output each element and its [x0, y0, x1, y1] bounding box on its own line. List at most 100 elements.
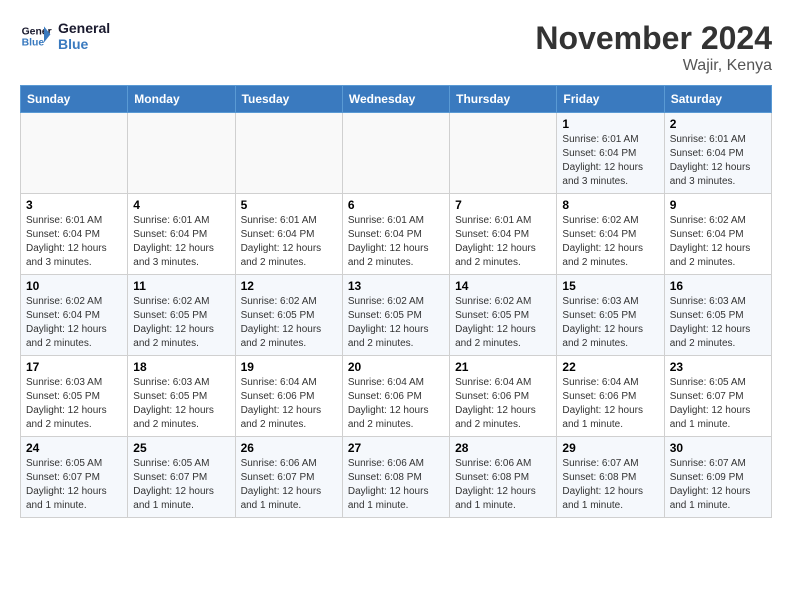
logo-line1: General — [58, 20, 110, 36]
day-info: Sunrise: 6:02 AM Sunset: 6:05 PM Dayligh… — [133, 295, 229, 351]
calendar-cell: 7 Sunrise: 6:01 AM Sunset: 6:04 PM Daylig… — [450, 194, 557, 275]
calendar-cell: 18Sunrise: 6:03 AM Sunset: 6:05 PM Dayli… — [128, 356, 235, 437]
day-number: 5 — [241, 198, 337, 212]
calendar-cell — [450, 113, 557, 194]
day-header-friday: Friday — [557, 86, 664, 113]
svg-text:Blue: Blue — [22, 38, 45, 49]
calendar-cell: 13 Sunrise: 6:02 AM Sunset: 6:05 PM Dayli… — [342, 275, 449, 356]
day-number: 7 — [455, 198, 551, 212]
day-info: Sunrise: 6:01 AM Sunset: 6:04 PM Dayligh… — [562, 133, 658, 189]
calendar-cell: 15 Sunrise: 6:03 AM Sunset: 6:05 PM Dayli… — [557, 275, 664, 356]
calendar-cell: 1 Sunrise: 6:01 AM Sunset: 6:04 PM Daylig… — [557, 113, 664, 194]
day-info: Sunrise: 6:03 AM Sunset: 6:05 PM Dayligh… — [562, 295, 658, 351]
calendar-cell: 28 Sunrise: 6:06 AM Sunset: 6:08 PM Dayli… — [450, 437, 557, 518]
day-info: Sunrise: 6:02 AM Sunset: 6:05 PM Dayligh… — [455, 295, 551, 351]
calendar-cell — [342, 113, 449, 194]
day-header-wednesday: Wednesday — [342, 86, 449, 113]
day-number: 18 — [133, 360, 229, 374]
logo-icon: General Blue — [20, 20, 52, 52]
day-info: Sunrise: 6:07 AM Sunset: 6:08 PM Dayligh… — [562, 457, 658, 513]
day-info: Sunrise: 6:05 AM Sunset: 6:07 PM Dayligh… — [670, 376, 766, 432]
day-number: 1 — [562, 117, 658, 131]
calendar-cell: 21 Sunrise: 6:04 AM Sunset: 6:06 PM Dayli… — [450, 356, 557, 437]
day-number: 2 — [670, 117, 766, 131]
day-info: Sunrise: 6:02 AM Sunset: 6:05 PM Dayligh… — [348, 295, 444, 351]
calendar-cell: 26 Sunrise: 6:06 AM Sunset: 6:07 PM Dayli… — [235, 437, 342, 518]
day-info: Sunrise: 6:01 AM Sunset: 6:04 PM Dayligh… — [348, 214, 444, 270]
title-section: November 2024 Wajir, Kenya — [535, 20, 772, 75]
day-number: 9 — [670, 198, 766, 212]
day-number: 21 — [455, 360, 551, 374]
calendar-cell: 30 Sunrise: 6:07 AM Sunset: 6:09 PM Dayli… — [664, 437, 771, 518]
day-info: Sunrise: 6:01 AM Sunset: 6:04 PM Dayligh… — [26, 214, 122, 270]
day-number: 12 — [241, 279, 337, 293]
calendar-cell — [128, 113, 235, 194]
day-number: 13 — [348, 279, 444, 293]
calendar-cell: 2 Sunrise: 6:01 AM Sunset: 6:04 PM Daylig… — [664, 113, 771, 194]
day-info: Sunrise: 6:03 AM Sunset: 6:05 PM Dayligh… — [670, 295, 766, 351]
day-number: 27 — [348, 441, 444, 455]
day-info: Sunrise: 6:05 AM Sunset: 6:07 PM Dayligh… — [133, 457, 229, 513]
day-number: 25 — [133, 441, 229, 455]
day-number: 30 — [670, 441, 766, 455]
day-number: 23 — [670, 360, 766, 374]
calendar-cell: 3Sunrise: 6:01 AM Sunset: 6:04 PM Daylig… — [21, 194, 128, 275]
calendar-cell — [21, 113, 128, 194]
calendar-cell: 25 Sunrise: 6:05 AM Sunset: 6:07 PM Dayli… — [128, 437, 235, 518]
day-header-sunday: Sunday — [21, 86, 128, 113]
calendar-cell: 23 Sunrise: 6:05 AM Sunset: 6:07 PM Dayli… — [664, 356, 771, 437]
day-header-monday: Monday — [128, 86, 235, 113]
day-number: 24 — [26, 441, 122, 455]
calendar-table: SundayMondayTuesdayWednesdayThursdayFrid… — [20, 85, 772, 518]
day-number: 19 — [241, 360, 337, 374]
day-info: Sunrise: 6:02 AM Sunset: 6:04 PM Dayligh… — [562, 214, 658, 270]
day-number: 4 — [133, 198, 229, 212]
day-info: Sunrise: 6:04 AM Sunset: 6:06 PM Dayligh… — [348, 376, 444, 432]
calendar-cell: 17Sunrise: 6:03 AM Sunset: 6:05 PM Dayli… — [21, 356, 128, 437]
day-info: Sunrise: 6:01 AM Sunset: 6:04 PM Dayligh… — [455, 214, 551, 270]
calendar-cell: 6Sunrise: 6:01 AM Sunset: 6:04 PM Daylig… — [342, 194, 449, 275]
day-info: Sunrise: 6:01 AM Sunset: 6:04 PM Dayligh… — [670, 133, 766, 189]
day-number: 16 — [670, 279, 766, 293]
calendar-cell: 19 Sunrise: 6:04 AM Sunset: 6:06 PM Dayli… — [235, 356, 342, 437]
day-number: 15 — [562, 279, 658, 293]
day-info: Sunrise: 6:06 AM Sunset: 6:07 PM Dayligh… — [241, 457, 337, 513]
day-info: Sunrise: 6:04 AM Sunset: 6:06 PM Dayligh… — [241, 376, 337, 432]
calendar-cell: 14 Sunrise: 6:02 AM Sunset: 6:05 PM Dayli… — [450, 275, 557, 356]
calendar-cell: 10 Sunrise: 6:02 AM Sunset: 6:04 PM Dayli… — [21, 275, 128, 356]
day-info: Sunrise: 6:06 AM Sunset: 6:08 PM Dayligh… — [455, 457, 551, 513]
logo-line2: Blue — [58, 36, 110, 52]
day-header-thursday: Thursday — [450, 86, 557, 113]
calendar-cell: 20 Sunrise: 6:04 AM Sunset: 6:06 PM Dayli… — [342, 356, 449, 437]
day-number: 22 — [562, 360, 658, 374]
logo: General Blue General Blue — [20, 20, 110, 52]
calendar-cell: 11 Sunrise: 6:02 AM Sunset: 6:05 PM Dayli… — [128, 275, 235, 356]
day-info: Sunrise: 6:02 AM Sunset: 6:04 PM Dayligh… — [26, 295, 122, 351]
day-number: 20 — [348, 360, 444, 374]
calendar-cell: 27 Sunrise: 6:06 AM Sunset: 6:08 PM Dayli… — [342, 437, 449, 518]
calendar-cell: 8Sunrise: 6:02 AM Sunset: 6:04 PM Daylig… — [557, 194, 664, 275]
day-number: 14 — [455, 279, 551, 293]
day-number: 10 — [26, 279, 122, 293]
day-info: Sunrise: 6:05 AM Sunset: 6:07 PM Dayligh… — [26, 457, 122, 513]
day-number: 11 — [133, 279, 229, 293]
day-number: 29 — [562, 441, 658, 455]
day-info: Sunrise: 6:04 AM Sunset: 6:06 PM Dayligh… — [562, 376, 658, 432]
location: Wajir, Kenya — [535, 57, 772, 75]
calendar-cell: 24 Sunrise: 6:05 AM Sunset: 6:07 PM Dayli… — [21, 437, 128, 518]
calendar-cell: 12 Sunrise: 6:02 AM Sunset: 6:05 PM Dayli… — [235, 275, 342, 356]
day-info: Sunrise: 6:06 AM Sunset: 6:08 PM Dayligh… — [348, 457, 444, 513]
calendar-cell: 16 Sunrise: 6:03 AM Sunset: 6:05 PM Dayli… — [664, 275, 771, 356]
calendar-cell — [235, 113, 342, 194]
day-info: Sunrise: 6:02 AM Sunset: 6:05 PM Dayligh… — [241, 295, 337, 351]
calendar-cell: 29 Sunrise: 6:07 AM Sunset: 6:08 PM Dayli… — [557, 437, 664, 518]
day-number: 28 — [455, 441, 551, 455]
month-title: November 2024 — [535, 20, 772, 57]
day-info: Sunrise: 6:04 AM Sunset: 6:06 PM Dayligh… — [455, 376, 551, 432]
calendar-cell: 22 Sunrise: 6:04 AM Sunset: 6:06 PM Dayli… — [557, 356, 664, 437]
calendar-cell: 9 Sunrise: 6:02 AM Sunset: 6:04 PM Daylig… — [664, 194, 771, 275]
day-header-tuesday: Tuesday — [235, 86, 342, 113]
day-info: Sunrise: 6:07 AM Sunset: 6:09 PM Dayligh… — [670, 457, 766, 513]
day-info: Sunrise: 6:02 AM Sunset: 6:04 PM Dayligh… — [670, 214, 766, 270]
day-number: 26 — [241, 441, 337, 455]
